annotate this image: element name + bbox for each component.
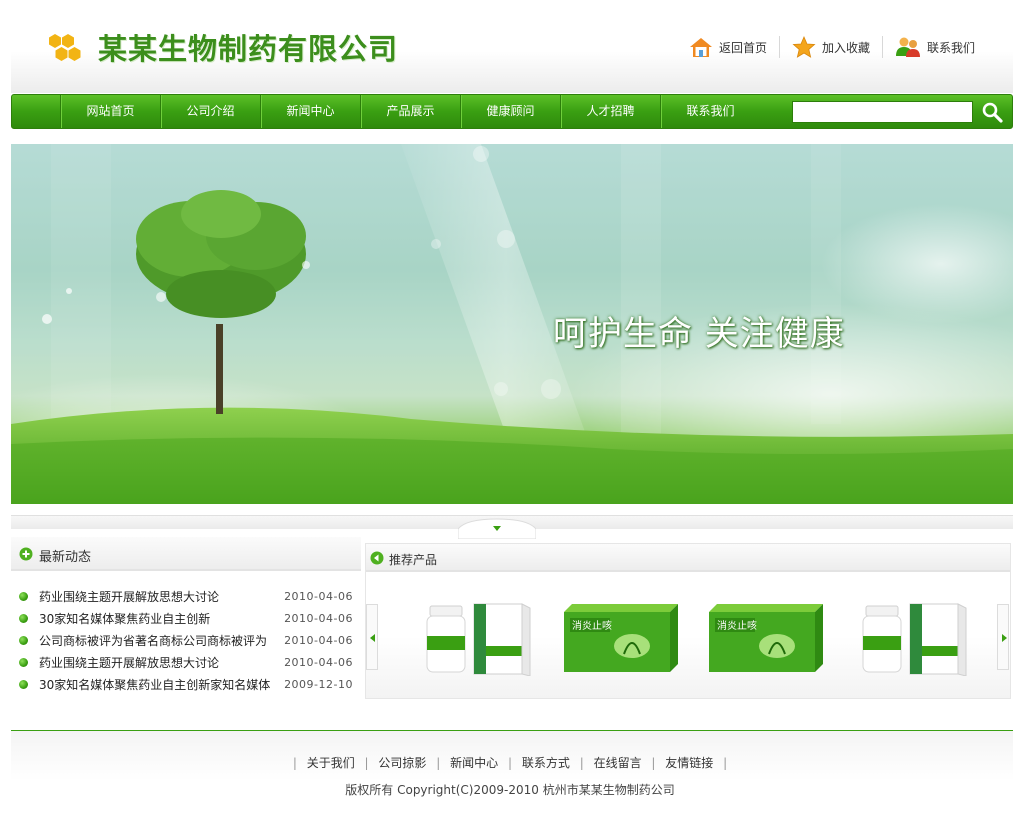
nav-item-about[interactable]: 公司介绍: [160, 95, 260, 128]
site-header: 某某生物制药有限公司 返回首页 加入收藏 联系我们: [11, 0, 1013, 93]
svg-text:消炎止咳: 消炎止咳: [572, 619, 612, 632]
product-item-bottle-box[interactable]: [424, 602, 544, 676]
bookmark-link[interactable]: 加入收藏: [780, 34, 882, 60]
footer-separator: |: [364, 756, 369, 770]
home-link-label: 返回首页: [718, 40, 767, 55]
search-icon[interactable]: [980, 100, 1006, 124]
news-panel: 最新动态 药业围绕主题开展解放思想大讨论 2010-04-06 30家知名媒体聚…: [11, 537, 361, 697]
footer-separator: |: [579, 756, 584, 770]
news-item-date: 2010-04-06: [284, 634, 353, 647]
bullet-icon: [19, 658, 28, 667]
banner-scenery: [11, 144, 1013, 504]
star-icon: [792, 36, 816, 58]
carousel-next-button[interactable]: [997, 604, 1009, 670]
news-item-title[interactable]: 30家知名媒体聚焦药业自主创新: [39, 608, 274, 630]
hero-banner: 呵护生命 关注健康: [11, 144, 1013, 504]
news-item-title[interactable]: 公司商标被评为省著名商标公司商标被评为: [39, 630, 274, 652]
news-item-title[interactable]: 30家知名媒体聚焦药业自主创新家知名媒体: [39, 674, 274, 696]
product-item-bottle-box[interactable]: [860, 602, 980, 676]
news-item[interactable]: 公司商标被评为省著名商标公司商标被评为 2010-04-06: [11, 630, 361, 652]
products-panel-title: 推荐产品: [389, 553, 438, 567]
bullet-icon: [19, 592, 28, 601]
news-item[interactable]: 药业围绕主题开展解放思想大讨论 2010-04-06: [11, 652, 361, 674]
bullet-icon: [19, 636, 28, 645]
product-item-green-box[interactable]: 消炎止咳: [707, 602, 827, 676]
nav-item-jobs[interactable]: 人才招聘: [560, 95, 660, 128]
search-input[interactable]: [792, 101, 973, 123]
news-item[interactable]: 药业围绕主题开展解放思想大讨论 2010-04-06: [11, 586, 361, 608]
bullet-icon: [19, 680, 28, 689]
plus-circle-icon: [19, 547, 33, 561]
news-item-date: 2010-04-06: [284, 590, 353, 603]
arrow-left-icon: [370, 634, 375, 642]
contact-icon: [895, 37, 920, 57]
news-list: 药业围绕主题开展解放思想大讨论 2010-04-06 30家知名媒体聚焦药业自主…: [11, 586, 361, 696]
nav-items: 网站首页 公司介绍 新闻中心 产品展示 健康顾问 人才招聘 联系我们: [60, 95, 760, 128]
footer-separator: |: [723, 756, 728, 770]
footer-link-contact[interactable]: 联系方式: [522, 756, 570, 770]
footer-separator: |: [651, 756, 656, 770]
contact-link-label: 联系我们: [926, 40, 975, 55]
news-item-title[interactable]: 药业围绕主题开展解放思想大讨论: [39, 652, 274, 674]
nav-item-news[interactable]: 新闻中心: [260, 95, 360, 128]
top-links: 返回首页 加入收藏 联系我们: [677, 34, 987, 60]
news-item-date: 2010-04-06: [284, 612, 353, 625]
home-link[interactable]: 返回首页: [677, 34, 779, 60]
products-panel-header: 推荐产品: [366, 544, 1010, 572]
logo-honeycomb-icon: [49, 34, 81, 61]
footer-link-friends[interactable]: 友情链接: [665, 756, 713, 770]
carousel-prev-button[interactable]: [366, 604, 378, 670]
svg-text:消炎止咳: 消炎止咳: [717, 619, 757, 632]
nav-item-contact[interactable]: 联系我们: [660, 95, 760, 128]
news-item[interactable]: 30家知名媒体聚焦药业自主创新家知名媒体 2009-12-10: [11, 674, 361, 696]
banner-slogan: 呵护生命 关注健康: [553, 314, 845, 354]
product-item-green-box[interactable]: 消炎止咳: [562, 602, 682, 676]
company-name: 某某生物制药有限公司: [98, 32, 399, 66]
news-item-date: 2010-04-06: [284, 656, 353, 669]
home-icon: [689, 38, 712, 57]
footer-separator: |: [436, 756, 441, 770]
footer-link-message[interactable]: 在线留言: [594, 756, 642, 770]
bullet-icon: [19, 614, 28, 623]
footer-separator: |: [292, 756, 297, 770]
nav-item-health[interactable]: 健康顾问: [460, 95, 560, 128]
arrow-circle-icon: [370, 551, 384, 565]
bookmark-link-label: 加入收藏: [821, 40, 870, 55]
contact-link[interactable]: 联系我们: [883, 34, 987, 60]
news-item[interactable]: 30家知名媒体聚焦药业自主创新 2010-04-06: [11, 608, 361, 630]
footer-link-about[interactable]: 关于我们: [307, 756, 355, 770]
news-item-title[interactable]: 药业围绕主题开展解放思想大讨论: [39, 586, 274, 608]
news-item-date: 2009-12-10: [284, 678, 353, 691]
copyright-text: 版权所有 Copyright(C)2009-2010 杭州市某某生物制药公司: [345, 783, 675, 797]
products-panel: 推荐产品 消炎止咳 消炎止咳: [365, 543, 1011, 699]
footer-separator: |: [507, 756, 513, 770]
news-panel-title: 最新动态: [39, 550, 92, 565]
main-nav: 网站首页 公司介绍 新闻中心 产品展示 健康顾问 人才招聘 联系我们: [11, 94, 1013, 129]
nav-item-home[interactable]: 网站首页: [60, 95, 160, 128]
divider-tab-arrow-icon: [458, 518, 536, 539]
footer-link-news[interactable]: 新闻中心: [450, 756, 498, 770]
footer-links: | 关于我们 | 公司掠影 | 新闻中心 | 联系方式 | 在线留言 | 友情链…: [0, 754, 1020, 771]
news-panel-header: 最新动态: [11, 537, 361, 571]
footer-link-gallery[interactable]: 公司掠影: [378, 756, 426, 770]
nav-item-products[interactable]: 产品展示: [360, 95, 460, 128]
arrow-right-icon: [1002, 634, 1007, 642]
